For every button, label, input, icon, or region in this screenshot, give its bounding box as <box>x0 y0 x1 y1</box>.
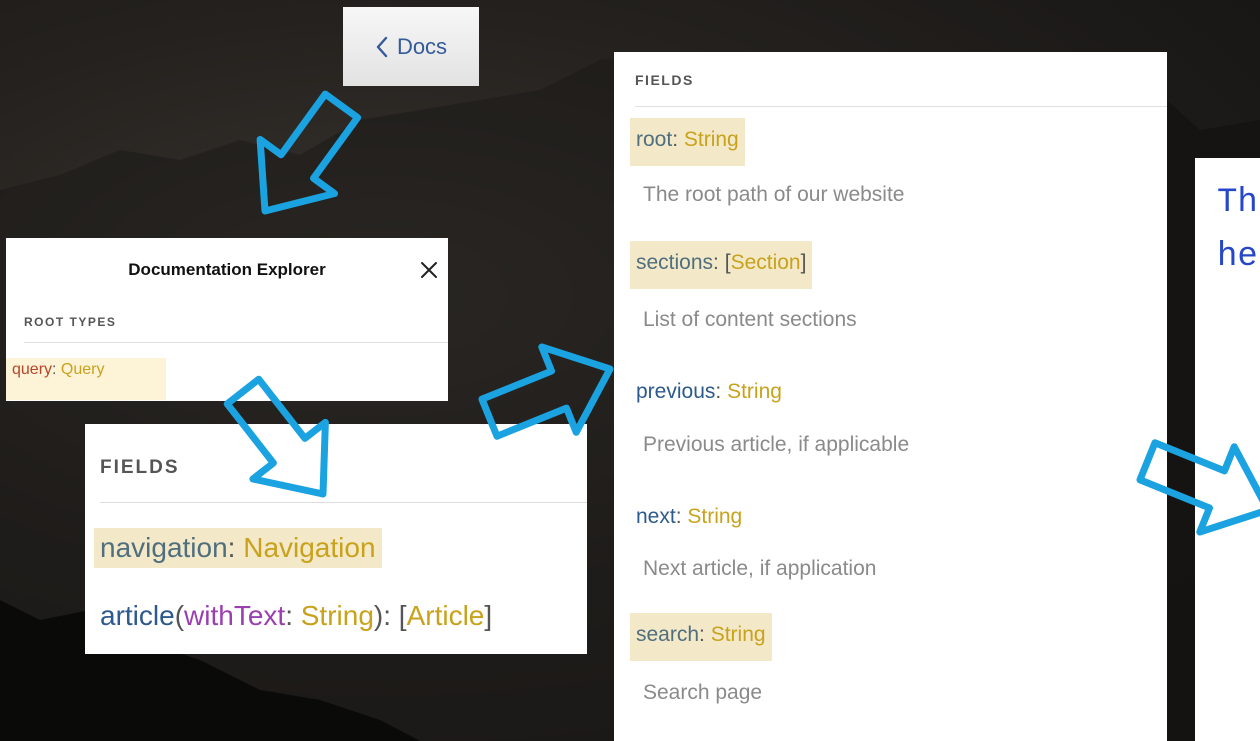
field-description: Next article, if application <box>643 557 877 580</box>
close-paren: ): <box>373 600 399 631</box>
field-type-link[interactable]: String <box>687 505 742 528</box>
field-search[interactable]: search: String <box>630 613 772 661</box>
close-icon[interactable] <box>419 260 439 280</box>
article-text-line: Th <box>1217 184 1258 222</box>
field-description: The root path of our website <box>643 183 905 206</box>
open-bracket: [ <box>398 600 407 631</box>
field-name: search <box>636 623 700 646</box>
field-separator: : <box>672 128 684 151</box>
field-sections[interactable]: sections: [Section] <box>630 241 813 289</box>
open-paren: ( <box>174 600 185 631</box>
field-name: query <box>12 361 53 378</box>
documentation-explorer-panel: Documentation Explorer ROOT TYPES query:… <box>6 238 448 401</box>
article-text-line: he <box>1217 238 1258 276</box>
argument-separator: : <box>285 600 301 631</box>
field-name: previous <box>636 380 716 403</box>
navigation-fields-panel: FIELDS root: String The root path of our… <box>614 52 1167 741</box>
field-type-link[interactable]: Article <box>407 600 485 631</box>
root-types-heading: ROOT TYPES <box>24 315 117 329</box>
article-text-panel: Th he <box>1195 158 1260 741</box>
field-previous[interactable]: previous: String <box>636 380 782 404</box>
docs-button-label: Docs <box>396 33 448 59</box>
field-name: root <box>636 128 673 151</box>
field-navigation[interactable]: navigation: Navigation <box>94 528 382 568</box>
field-separator: : <box>227 532 244 563</box>
field-type-link[interactable]: Navigation <box>243 532 375 563</box>
field-description: List of content sections <box>643 308 857 331</box>
field-type-link[interactable]: String <box>727 380 782 403</box>
docs-back-button[interactable]: Docs <box>343 7 479 86</box>
root-field-query[interactable]: query: Query <box>6 358 166 400</box>
field-type-link[interactable]: String <box>684 128 739 151</box>
field-type-link[interactable]: Query <box>61 361 105 378</box>
field-type-link[interactable]: String <box>711 623 766 646</box>
field-separator: : <box>675 505 688 528</box>
divider <box>635 106 1167 107</box>
fields-heading: FIELDS <box>635 72 694 88</box>
field-type-link[interactable]: Section <box>731 251 801 274</box>
fields-heading: FIELDS <box>100 457 180 478</box>
field-description: Search page <box>643 681 763 704</box>
field-name: next <box>636 505 676 528</box>
field-description: Previous article, if applicable <box>643 433 910 456</box>
field-name: navigation <box>100 532 228 563</box>
argument-type-link[interactable]: String <box>301 600 374 631</box>
explorer-title: Documentation Explorer <box>128 260 326 279</box>
chevron-left-icon <box>376 36 388 57</box>
field-separator: : <box>52 361 61 378</box>
field-name: sections <box>636 251 714 274</box>
field-separator: : <box>699 623 711 646</box>
field-article[interactable]: article(withText: String): [Article] <box>100 600 492 632</box>
divider <box>24 342 448 343</box>
field-name: article <box>100 600 175 631</box>
close-bracket: ] <box>484 600 493 631</box>
close-bracket: ] <box>800 251 807 274</box>
field-separator: : <box>713 251 725 274</box>
field-separator: : <box>715 380 728 403</box>
field-root[interactable]: root: String <box>630 118 745 166</box>
divider <box>100 502 587 503</box>
query-fields-panel: FIELDS navigation: Navigation article(wi… <box>85 424 587 654</box>
argument-name: withText <box>184 600 286 631</box>
field-next[interactable]: next: String <box>636 505 742 529</box>
